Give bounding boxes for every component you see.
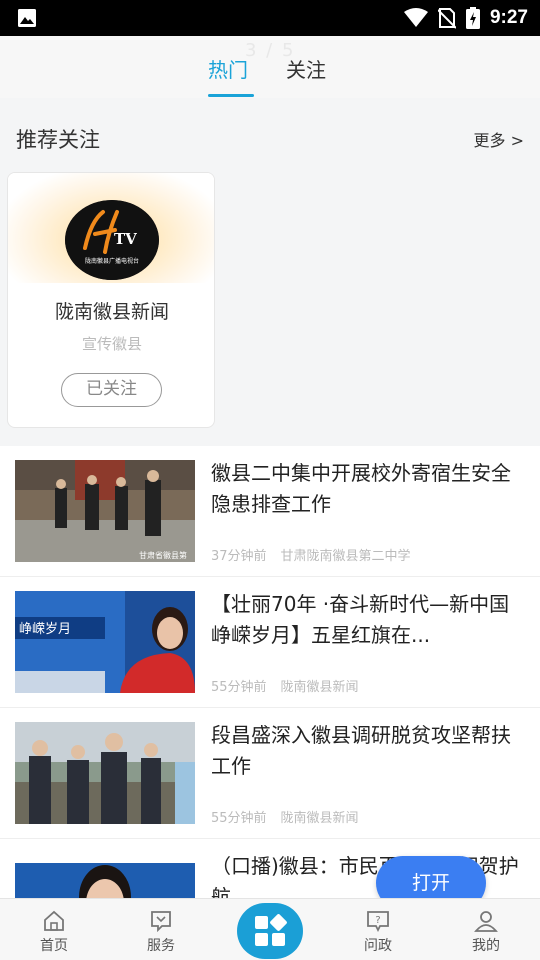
svg-text:陇南徽县广播电视台: 陇南徽县广播电视台 (85, 257, 139, 265)
news-item[interactable]: 峥嵘岁月 【壮丽70年 ·奋斗新时代—新中国峥嵘岁月】五星红旗在... 55分钟… (0, 577, 540, 708)
news-time: 37分钟前 (211, 549, 267, 564)
news-list: 甘肃省徽县第 徽县二中集中开展校外寄宿生安全隐患排查工作 37分钟前 甘肃陇南徽县… (0, 446, 540, 898)
news-title: 【壮丽70年 ·奋斗新时代—新中国峥嵘岁月】五星红旗在... (211, 592, 510, 647)
news-source: 陇南徽县新闻 (280, 811, 359, 826)
svg-text:TV: TV (114, 230, 137, 248)
chat-icon (151, 911, 171, 933)
center-apps-button[interactable] (237, 903, 303, 959)
news-thumbnail (15, 853, 195, 898)
question-icon: ? (367, 911, 389, 933)
news-thumbnail: 峥嵘岁月 (15, 591, 195, 693)
svg-text:?: ? (375, 915, 380, 926)
top-nav: 3 / 5 热门 关注 (0, 36, 540, 98)
no-sim-icon (437, 8, 456, 29)
svg-text:甘肃省徽县第: 甘肃省徽县第 (139, 550, 187, 560)
more-link[interactable]: 更多 > (474, 127, 525, 151)
user-icon (474, 911, 498, 932)
news-time: 55分钟前 (211, 680, 267, 695)
tab-label: 服务 (147, 938, 175, 954)
tab-mine[interactable]: 我的 (446, 899, 526, 960)
section-title: 推荐关注 (16, 128, 100, 152)
news-thumbnail (15, 722, 195, 824)
tab-label: 问政 (364, 938, 392, 954)
apps-grid-icon (255, 914, 287, 946)
news-meta: 55分钟前 陇南徽县新闻 (211, 807, 373, 826)
tab-label: 首页 (40, 938, 68, 954)
news-item[interactable]: 甘肃省徽县第 徽县二中集中开展校外寄宿生安全隐患排查工作 37分钟前 甘肃陇南徽县… (0, 446, 540, 577)
channel-card[interactable]: TV 陇南徽县广播电视台 陇南徽县新闻 宣传徽县 已关注 (7, 172, 215, 428)
active-tab-underline (208, 94, 254, 97)
news-source: 甘肃陇南徽县第二中学 (280, 549, 411, 564)
tab-follow[interactable]: 关注 (286, 54, 326, 83)
news-title: 徽县二中集中开展校外寄宿生安全隐患排查工作 (211, 461, 511, 516)
htv-logo: TV 陇南徽县广播电视台 (65, 200, 159, 280)
tab-service[interactable]: 服务 (121, 899, 201, 960)
image-icon (18, 9, 36, 27)
news-source: 陇南徽县新闻 (280, 680, 359, 695)
news-meta: 55分钟前 陇南徽县新闻 (211, 676, 373, 695)
news-meta: 37分钟前 甘肃陇南徽县第二中学 (211, 545, 425, 564)
tab-hot[interactable]: 热门 (208, 54, 248, 83)
news-item[interactable]: 段昌盛深入徽县调研脱贫攻坚帮扶工作 55分钟前 陇南徽县新闻 (0, 708, 540, 839)
status-bar: 9:27 (0, 0, 540, 36)
followed-button[interactable]: 已关注 (61, 373, 162, 407)
clock: 9:27 (489, 7, 528, 28)
recommend-section: 推荐关注 更多 > TV 陇南徽县广播电视台 陇南徽县新闻 宣传徽县 已关注 (0, 106, 540, 446)
svg-text:峥嵘岁月: 峥嵘岁月 (19, 622, 71, 637)
wifi-icon (403, 8, 428, 27)
tab-label: 我的 (472, 938, 500, 954)
channel-name: 陇南徽县新闻 (54, 301, 169, 323)
news-thumbnail: 甘肃省徽县第 (15, 460, 195, 562)
news-title: 段昌盛深入徽县调研脱贫攻坚帮扶工作 (211, 723, 511, 778)
battery-icon (465, 7, 480, 29)
tab-inquiry[interactable]: ? 问政 (338, 899, 418, 960)
home-icon (44, 910, 64, 931)
news-time: 55分钟前 (211, 811, 267, 826)
channel-desc: 宣传徽县 (81, 335, 142, 353)
tab-home[interactable]: 首页 (14, 899, 94, 960)
